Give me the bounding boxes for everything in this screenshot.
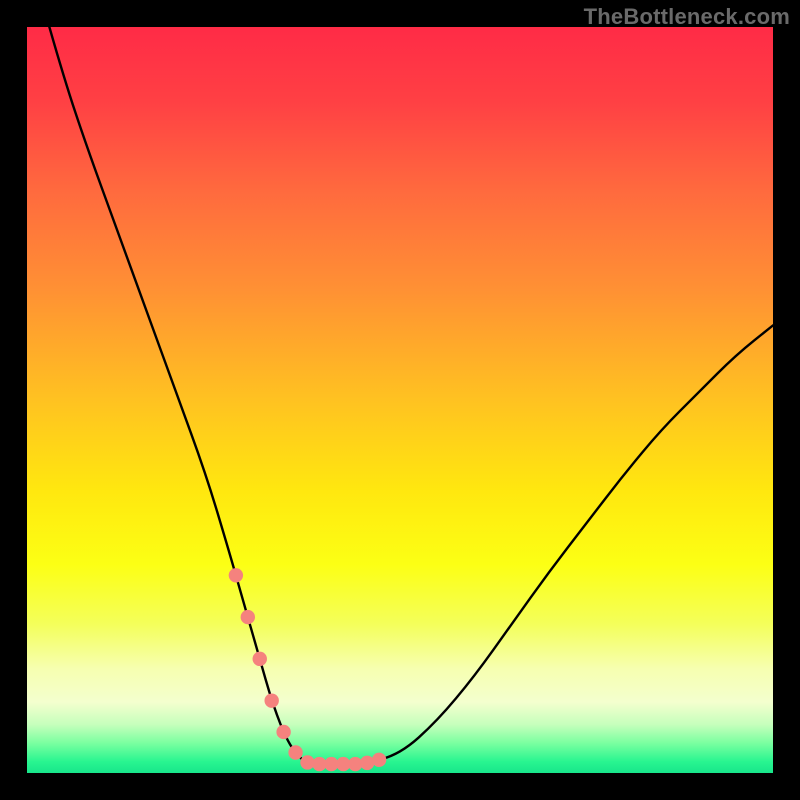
highlight-marker <box>276 725 290 739</box>
highlight-marker <box>253 652 267 666</box>
highlight-markers <box>229 568 387 771</box>
plot-area <box>27 27 773 773</box>
highlight-marker <box>264 693 278 707</box>
highlight-marker <box>372 753 386 767</box>
highlight-marker <box>241 610 255 624</box>
bottleneck-curve <box>49 27 773 764</box>
highlight-marker <box>229 568 243 582</box>
chart-frame: TheBottleneck.com <box>0 0 800 800</box>
highlight-marker <box>288 745 302 759</box>
curve-layer <box>27 27 773 773</box>
watermark-text: TheBottleneck.com <box>584 4 790 30</box>
